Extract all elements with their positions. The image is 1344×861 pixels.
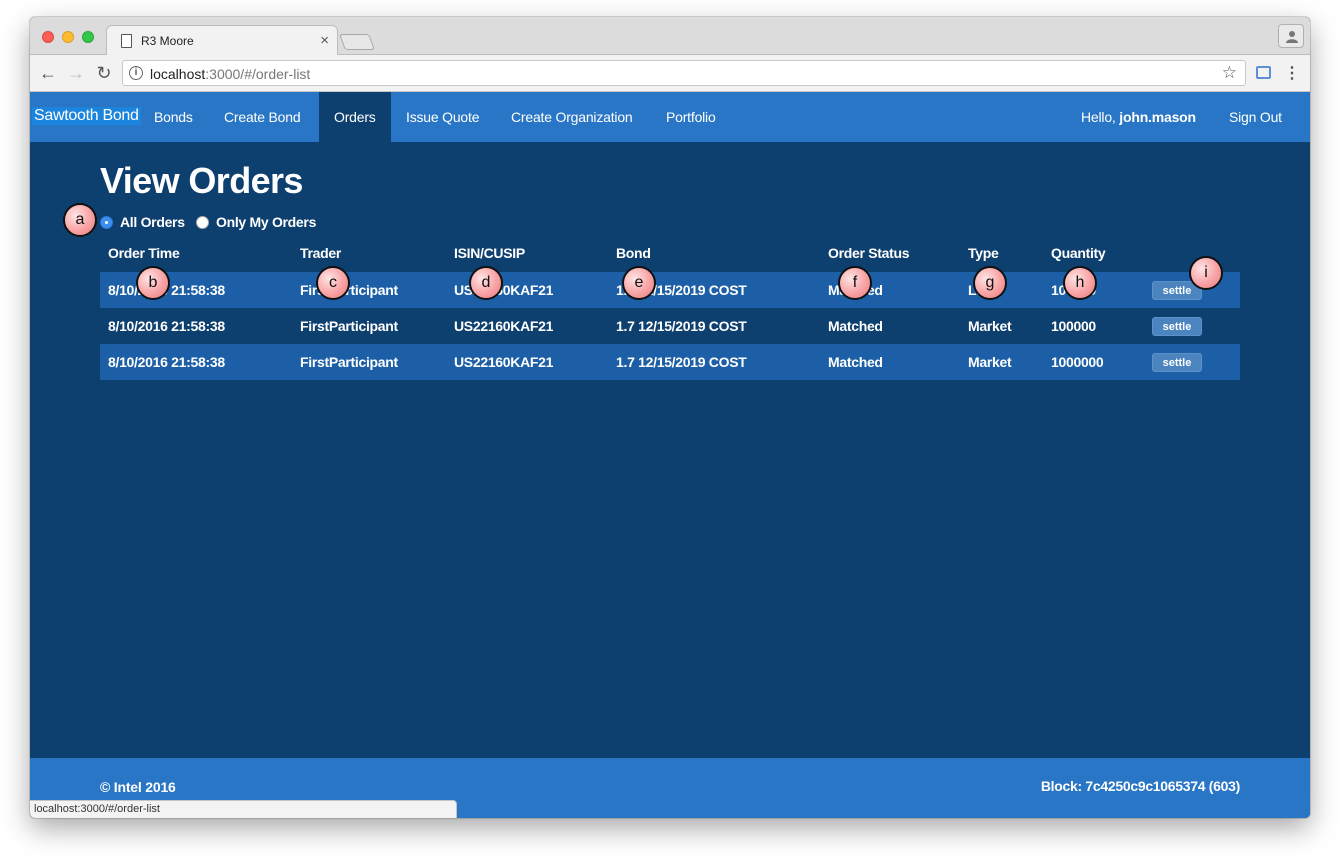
header-bond: Bond xyxy=(616,245,651,261)
forward-arrow-icon[interactable]: → xyxy=(64,61,88,85)
reload-icon[interactable]: ↻ xyxy=(92,61,116,85)
url-host: localhost xyxy=(150,66,206,82)
cell-order-time: 8/10/2016 21:58:38 xyxy=(108,354,225,370)
brand-link[interactable]: Sawtooth Bond xyxy=(32,107,141,125)
window-maximize-button[interactable] xyxy=(82,31,94,43)
nav-issue-quote[interactable]: Issue Quote xyxy=(391,92,494,142)
cell-quantity: 100000 xyxy=(1051,318,1096,334)
cell-trader: FirstParticipant xyxy=(300,318,398,334)
annotation-marker-g: g xyxy=(973,266,1007,300)
block-info: Block: 7c4250c9c1065374 (603) xyxy=(1040,778,1240,794)
header-quantity: Quantity xyxy=(1051,245,1106,261)
tab-close-icon[interactable]: × xyxy=(320,32,329,49)
url-text: localhost:3000/#/order-list xyxy=(150,66,310,82)
tab-title: R3 Moore xyxy=(141,34,194,48)
header-isin: ISIN/CUSIP xyxy=(454,245,525,261)
cell-status: Matched xyxy=(828,318,883,334)
person-icon xyxy=(1286,31,1298,43)
header-type: Type xyxy=(968,245,999,261)
table-row: 8/10/2016 21:58:38 FirstParticipant US22… xyxy=(100,344,1240,380)
annotation-marker-h: h xyxy=(1063,266,1097,300)
nav-create-bond[interactable]: Create Bond xyxy=(209,92,315,142)
window-minimize-button[interactable] xyxy=(62,31,74,43)
user-greeting: Hello, john.mason xyxy=(1081,92,1196,142)
browser-toolbar: ← → ↻ i localhost:3000/#/order-list ☆ ⋮ xyxy=(30,55,1310,92)
only-my-orders-label[interactable]: Only My Orders xyxy=(216,214,316,230)
cell-isin: US22160KAF21 xyxy=(454,318,554,334)
annotation-marker-b: b xyxy=(136,266,170,300)
bookmark-star-icon[interactable]: ☆ xyxy=(1222,63,1237,83)
page-icon xyxy=(121,34,132,48)
window-close-button[interactable] xyxy=(42,31,54,43)
browser-tab[interactable]: R3 Moore × xyxy=(106,25,338,56)
annotation-marker-c: c xyxy=(316,266,350,300)
address-bar[interactable]: i localhost:3000/#/order-list ☆ xyxy=(122,60,1246,86)
cell-bond: 1.7 12/15/2019 COST xyxy=(616,318,747,334)
nav-create-organization[interactable]: Create Organization xyxy=(496,92,648,142)
sign-out-link[interactable]: Sign Out xyxy=(1229,92,1282,142)
all-orders-label[interactable]: All Orders xyxy=(120,214,185,230)
header-order-time: Order Time xyxy=(108,245,180,261)
cell-status: Matched xyxy=(828,354,883,370)
tab-strip: R3 Moore × xyxy=(30,17,1310,56)
cell-bond: 1.7 12/15/2019 COST xyxy=(616,354,747,370)
settle-button[interactable]: settle xyxy=(1152,353,1202,372)
cell-type: Market xyxy=(968,354,1012,370)
nav-orders[interactable]: Orders xyxy=(319,92,391,142)
greeting-prefix: Hello, xyxy=(1081,109,1120,125)
info-icon[interactable]: i xyxy=(129,66,143,80)
profile-button[interactable] xyxy=(1278,24,1304,48)
header-trader: Trader xyxy=(300,245,341,261)
header-order-status: Order Status xyxy=(828,245,910,261)
cell-quantity: 1000000 xyxy=(1051,354,1104,370)
radio-only-my-orders[interactable] xyxy=(196,216,209,229)
back-arrow-icon[interactable]: ← xyxy=(36,61,60,85)
status-bar-url: localhost:3000/#/order-list xyxy=(30,800,457,818)
cell-order-time: 8/10/2016 21:58:38 xyxy=(108,318,225,334)
copyright-text: © Intel 2016 xyxy=(100,779,176,795)
new-tab-button[interactable] xyxy=(339,34,375,50)
table-row: 8/10/2016 21:58:38 FirstParticipant US22… xyxy=(100,308,1240,344)
settle-button[interactable]: settle xyxy=(1152,317,1202,336)
page-title: View Orders xyxy=(100,160,303,201)
annotation-marker-a: a xyxy=(63,203,97,237)
annotation-marker-d: d xyxy=(469,266,503,300)
cell-type: Market xyxy=(968,318,1012,334)
radio-all-orders[interactable] xyxy=(100,216,113,229)
url-path: :3000/#/order-list xyxy=(205,66,311,82)
cell-trader: FirstParticipant xyxy=(300,354,398,370)
username: john.mason xyxy=(1119,109,1196,125)
nav-portfolio[interactable]: Portfolio xyxy=(651,92,731,142)
nav-bonds[interactable]: Bonds xyxy=(139,92,208,142)
annotation-marker-e: e xyxy=(622,266,656,300)
menu-dots-icon[interactable]: ⋮ xyxy=(1284,63,1300,83)
browser-window: R3 Moore × ← → ↻ i localhost:3000/#/orde… xyxy=(30,17,1310,818)
annotation-marker-i: i xyxy=(1189,256,1223,290)
cast-icon[interactable] xyxy=(1256,66,1271,79)
annotation-marker-f: f xyxy=(838,266,872,300)
cell-isin: US22160KAF21 xyxy=(454,354,554,370)
app-navbar: Sawtooth Bond Bonds Create Bond Orders I… xyxy=(30,92,1310,142)
